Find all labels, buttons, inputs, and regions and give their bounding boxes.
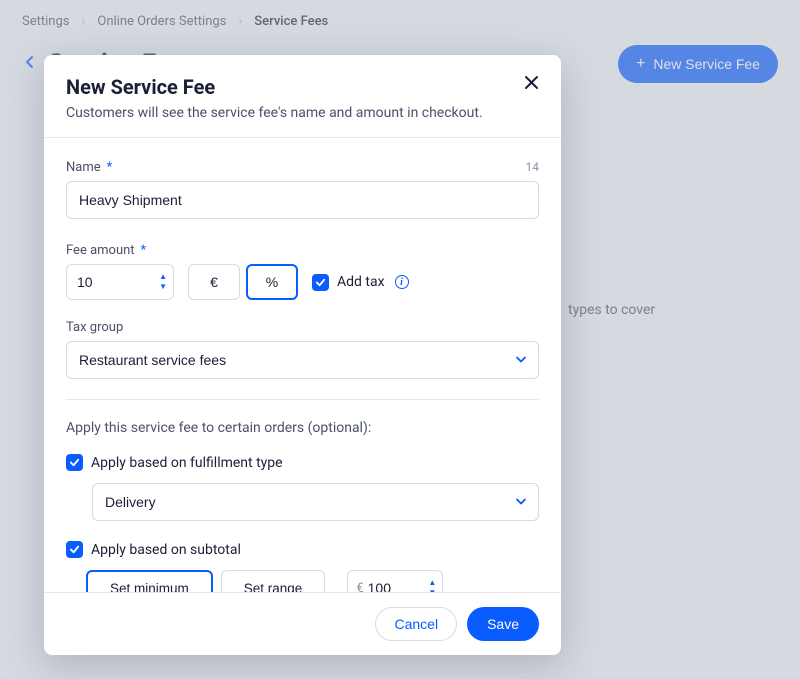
unit-currency-button[interactable]: € [188,264,240,300]
modal-subtitle: Customers will see the service fee's nam… [66,105,539,121]
subtotal-checkbox[interactable] [66,541,83,558]
stepper-down-icon[interactable]: ▼ [159,283,167,291]
add-tax-checkbox[interactable] [312,274,329,291]
required-indicator: * [107,160,113,175]
fee-amount-stepper[interactable]: ▲ ▼ [66,264,174,300]
tax-group-select[interactable] [66,341,539,379]
required-indicator: * [141,243,147,258]
name-input[interactable] [66,181,539,219]
set-minimum-button[interactable]: Set minimum [86,570,213,592]
apply-section-label: Apply this service fee to certain orders… [66,420,539,436]
close-button[interactable] [522,73,541,95]
fulfillment-select[interactable] [92,483,539,521]
currency-symbol: € [356,581,363,593]
save-button[interactable]: Save [467,607,539,641]
new-service-fee-modal: New Service Fee Customers will see the s… [44,55,561,655]
subtotal-label: Apply based on subtotal [91,542,241,558]
name-char-counter: 14 [526,160,540,174]
fee-amount-input[interactable] [77,274,147,290]
fee-amount-label: Fee amount [66,243,135,258]
fulfillment-checkbox[interactable] [66,454,83,471]
minimum-amount-stepper[interactable]: € ▲ ▼ [347,570,443,592]
info-icon[interactable]: i [395,275,409,289]
modal-title: New Service Fee [66,75,539,99]
add-tax-label: Add tax [337,274,385,290]
cancel-button[interactable]: Cancel [375,607,457,641]
set-range-button[interactable]: Set range [221,570,326,592]
stepper-up-icon[interactable]: ▲ [159,273,167,281]
divider [66,399,539,400]
minimum-amount-input[interactable] [368,580,416,592]
fee-unit-toggle: € % [188,264,298,300]
tax-group-label: Tax group [66,320,123,335]
stepper-up-icon[interactable]: ▲ [428,579,436,587]
name-label: Name [66,160,101,175]
fulfillment-label: Apply based on fulfillment type [91,455,283,471]
close-icon [524,75,539,90]
subtotal-mode-toggle: Set minimum Set range [86,570,325,592]
unit-percent-button[interactable]: % [246,264,298,300]
stepper-down-icon[interactable]: ▼ [428,589,436,592]
